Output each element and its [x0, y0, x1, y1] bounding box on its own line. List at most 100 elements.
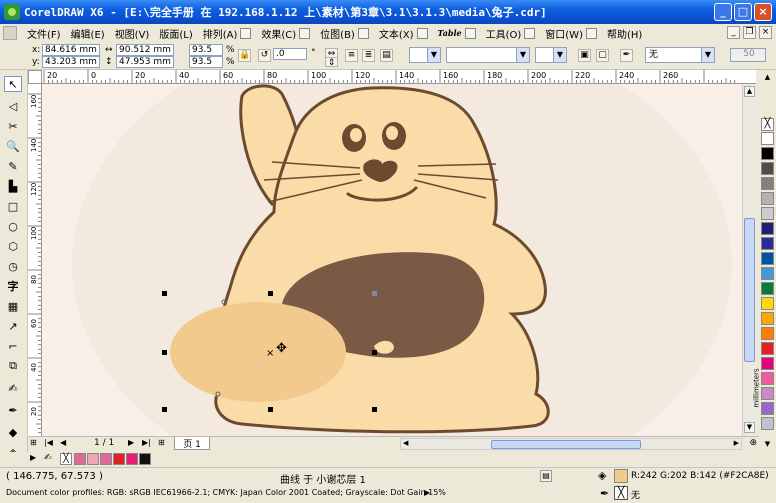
doc-restore-icon[interactable]: ❐ [743, 26, 756, 39]
palette-swatch[interactable] [761, 192, 774, 205]
first-page-icon[interactable]: |◀ [44, 438, 53, 447]
lock-ratio-icon[interactable]: 🔒 [238, 49, 251, 62]
close-button[interactable]: × [754, 3, 772, 21]
document-color-profiles[interactable]: Document color profiles: RGB: sRGB IEC61… [6, 488, 446, 497]
zoom-tool-icon[interactable]: 🔍 [4, 138, 22, 154]
palette-swatch[interactable] [761, 267, 774, 280]
menu-edit[interactable]: 编辑(E) [71, 26, 105, 41]
doc-no-color-swatch[interactable]: ╳ [60, 453, 72, 465]
basic-shapes-icon[interactable]: ◷ [4, 258, 22, 274]
fill-color-dropdown[interactable]: ▼ [409, 47, 441, 63]
arrange-back-icon[interactable]: ▢ [596, 49, 609, 62]
align-icon[interactable]: ▤ [380, 49, 393, 62]
scale-width-input[interactable]: 93.5 [189, 44, 223, 56]
palette-scroll-down-icon[interactable]: ▼ [762, 440, 773, 450]
scroll-right-icon[interactable]: ▶ [734, 439, 739, 447]
minimize-button[interactable]: _ [714, 3, 732, 21]
document-color-swatch[interactable] [74, 453, 86, 465]
menu-arrange[interactable]: 排列(A) [203, 26, 252, 41]
x-position-input[interactable]: 84.616 mm [42, 44, 100, 56]
scroll-up-icon[interactable]: ▲ [744, 86, 755, 97]
polygon-tool-icon[interactable]: ⬡ [4, 238, 22, 254]
palette-swatch[interactable] [761, 417, 774, 430]
scale-height-input[interactable]: 93.5 [189, 56, 223, 68]
outline-none-swatch[interactable]: ╳ [614, 486, 628, 500]
ellipse-tool-icon[interactable]: ○ [4, 218, 22, 234]
document-color-swatch[interactable] [87, 453, 99, 465]
vertical-ruler[interactable]: 160 140 120 100 80 60 40 20 [28, 84, 42, 436]
horizontal-scrollbar[interactable]: ◀ ▶ [400, 438, 742, 450]
menu-tools[interactable]: 工具(O) [486, 26, 536, 41]
tab-page-1[interactable]: 页 1 [174, 437, 210, 450]
document-color-swatch[interactable] [100, 453, 112, 465]
text-wrap-icon[interactable]: ≣ [362, 49, 375, 62]
wrap-text-icon[interactable]: ≡ [345, 49, 358, 62]
arrowhead-dropdown[interactable]: ▼ [535, 47, 567, 63]
text-tool-icon[interactable]: 字 [4, 278, 22, 294]
profile-arrow-icon[interactable]: ▶ [424, 488, 430, 497]
document-icon[interactable] [3, 26, 17, 40]
horizontal-ruler[interactable]: 20 0 20 40 60 80 100 120 140 160 180 200 220 240 260 [28, 70, 756, 84]
outline-width-dropdown[interactable]: 无 ▼ [645, 47, 715, 63]
blend-tool-icon[interactable]: ⧉ [4, 358, 22, 374]
parallel-dimension-icon[interactable]: ↗ [4, 318, 22, 334]
arrange-front-icon[interactable]: ▣ [578, 49, 591, 62]
size-input[interactable]: 50 [730, 48, 766, 62]
document-color-swatch[interactable] [113, 453, 125, 465]
page-add-icon[interactable]: ⊞ [30, 438, 37, 447]
rotate-icon[interactable]: ↺ [258, 49, 271, 62]
doc-minimize-icon[interactable]: _ [727, 26, 740, 39]
palette-swatch[interactable] [761, 207, 774, 220]
menu-window[interactable]: 窗口(W) [545, 26, 597, 41]
height-input[interactable]: 47.953 mm [116, 56, 174, 68]
pen-icon[interactable]: ✒ [620, 49, 633, 62]
last-page-icon[interactable]: ▶| [142, 438, 151, 447]
vertical-scrollbar[interactable]: ▲ ▼ millimeters [742, 84, 761, 436]
shape-tool-icon[interactable]: ◁ [4, 98, 22, 114]
palette-swatch[interactable] [761, 372, 774, 385]
scroll-down-icon[interactable]: ▼ [744, 422, 755, 433]
palette-swatch[interactable] [761, 147, 774, 160]
connector-tool-icon[interactable]: ⌐ [4, 338, 22, 354]
coreldraw-app-icon[interactable] [4, 4, 20, 20]
scroll-left-icon[interactable]: ◀ [403, 439, 408, 447]
vertical-scroll-thumb[interactable] [744, 218, 755, 362]
page-add-after-icon[interactable]: ⊞ [158, 438, 165, 447]
pick-tool-icon[interactable]: ↖ [4, 76, 22, 92]
palette-swatch[interactable] [761, 282, 774, 295]
maximize-button[interactable]: □ [734, 3, 752, 21]
palette-swatch[interactable] [761, 297, 774, 310]
mirror-vertical-icon[interactable]: ⇕ [325, 57, 338, 68]
width-input[interactable]: 90.512 mm [116, 44, 174, 56]
rotation-angle-input[interactable]: .0 [273, 48, 307, 60]
selected-ellipse[interactable] [170, 302, 346, 402]
palette-swatch[interactable] [761, 387, 774, 400]
prev-page-icon[interactable]: ◀ [60, 438, 66, 447]
smart-fill-icon[interactable]: ▙ [4, 178, 22, 194]
no-color-swatch[interactable]: ╳ [761, 118, 774, 131]
ruler-origin[interactable] [28, 70, 42, 84]
crop-tool-icon[interactable]: ✂ [4, 118, 22, 134]
y-position-input[interactable]: 43.203 mm [42, 56, 100, 68]
palette-swatch[interactable] [761, 222, 774, 235]
fill-color-swatch[interactable] [614, 469, 628, 483]
drawing-canvas[interactable]: × ✥ [42, 84, 756, 436]
outline-pen-icon[interactable]: ✒ [4, 402, 22, 418]
menu-help[interactable]: 帮助(H) [607, 26, 642, 41]
next-page-icon[interactable]: ▶ [128, 438, 134, 447]
menu-layout[interactable]: 版面(L) [159, 26, 192, 41]
fill-tool-icon[interactable]: ◆ [4, 424, 22, 440]
menu-table[interactable]: Table [438, 27, 476, 39]
rectangle-tool-icon[interactable]: □ [4, 198, 22, 214]
palette-swatch[interactable] [761, 327, 774, 340]
palette-scroll-up-icon[interactable]: ▲ [762, 73, 773, 83]
palette-swatch[interactable] [761, 402, 774, 415]
palette-swatch[interactable] [761, 177, 774, 190]
menu-bitmaps[interactable]: 位图(B) [320, 26, 369, 41]
palette-swatch[interactable] [761, 252, 774, 265]
palette-swatch[interactable] [761, 312, 774, 325]
outline-style-dropdown[interactable]: ▼ [446, 47, 530, 63]
palette-swatch[interactable] [761, 342, 774, 355]
palette-swatch[interactable] [761, 357, 774, 370]
doc-close-icon[interactable]: × [759, 26, 772, 39]
